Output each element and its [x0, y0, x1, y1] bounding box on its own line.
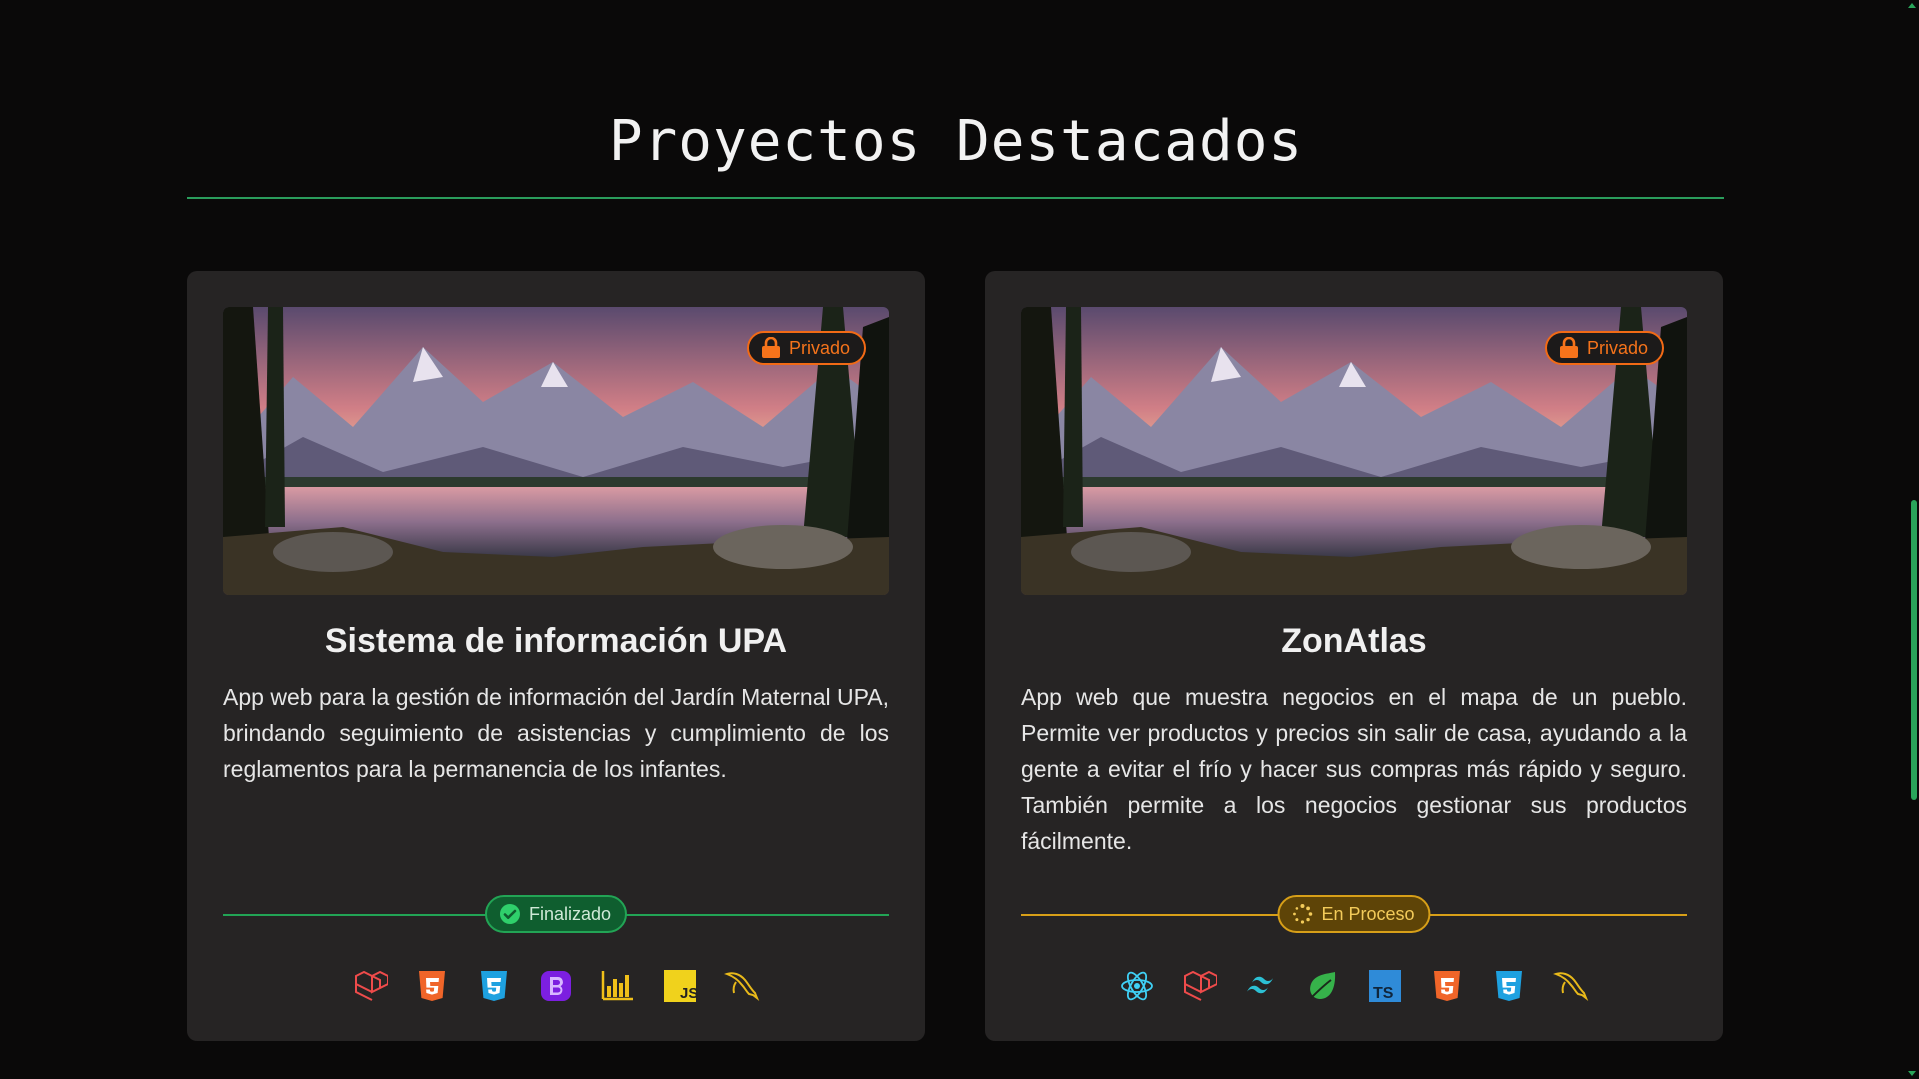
project-description: App web para la gestión de información d…: [223, 684, 889, 782]
laravel-icon: [1180, 967, 1218, 1005]
tailwind-icon: [1242, 967, 1280, 1005]
spring-icon: [1304, 967, 1342, 1005]
html5-icon: [1428, 967, 1466, 1005]
laravel-icon: [351, 967, 389, 1005]
project-title: ZonAtlas: [1281, 622, 1427, 660]
svg-text:TS: TS: [1373, 985, 1394, 1002]
project-description: App web que muestra negocios en el mapa …: [1021, 684, 1687, 854]
html5-icon: [413, 967, 451, 1005]
status-badge: En Proceso: [1277, 895, 1431, 933]
scroll-down-arrow[interactable]: [1908, 1071, 1916, 1076]
svg-text:JS: JS: [680, 985, 698, 1002]
status-badge: Finalizado: [484, 895, 628, 933]
mysql-icon: [1552, 967, 1590, 1005]
check-circle-icon: [499, 904, 520, 924]
private-badge: Privado: [746, 331, 866, 365]
project-card-upa: Privado Sistema de información UPA App w…: [187, 271, 925, 1041]
section-title: Proyectos Destacados: [608, 109, 1304, 174]
mysql-icon: [723, 967, 761, 1005]
react-icon: [1118, 967, 1156, 1005]
project-title: Sistema de información UPA: [324, 622, 788, 660]
css3-icon: [1490, 967, 1528, 1005]
private-badge-label: Privado: [1586, 337, 1648, 358]
project-image[interactable]: Privado: [223, 307, 889, 595]
scrollbar[interactable]: [1905, 0, 1919, 1079]
status-label: En Proceso: [1321, 903, 1415, 924]
tech-stack: JS: [223, 966, 889, 1006]
lock-icon: [761, 337, 780, 358]
title-divider: [187, 197, 1724, 199]
css3-icon: [475, 967, 513, 1005]
typescript-icon: TS: [1366, 967, 1404, 1005]
loading-dots-icon: [1293, 904, 1313, 924]
lock-icon: [1559, 337, 1578, 358]
tech-stack: TS: [1021, 966, 1687, 1006]
project-card-zonatlas: Privado ZonAtlas App web que muestra neg…: [985, 271, 1723, 1041]
bootstrap-icon: [537, 967, 575, 1005]
private-badge-label: Privado: [788, 337, 850, 358]
javascript-icon: JS: [661, 967, 699, 1005]
chart-icon: [599, 967, 637, 1005]
scroll-up-arrow[interactable]: [1908, 3, 1916, 8]
scrollbar-thumb[interactable]: [1911, 500, 1917, 800]
project-image[interactable]: Privado: [1021, 307, 1687, 595]
status-label: Finalizado: [528, 903, 612, 924]
private-badge: Privado: [1544, 331, 1664, 365]
